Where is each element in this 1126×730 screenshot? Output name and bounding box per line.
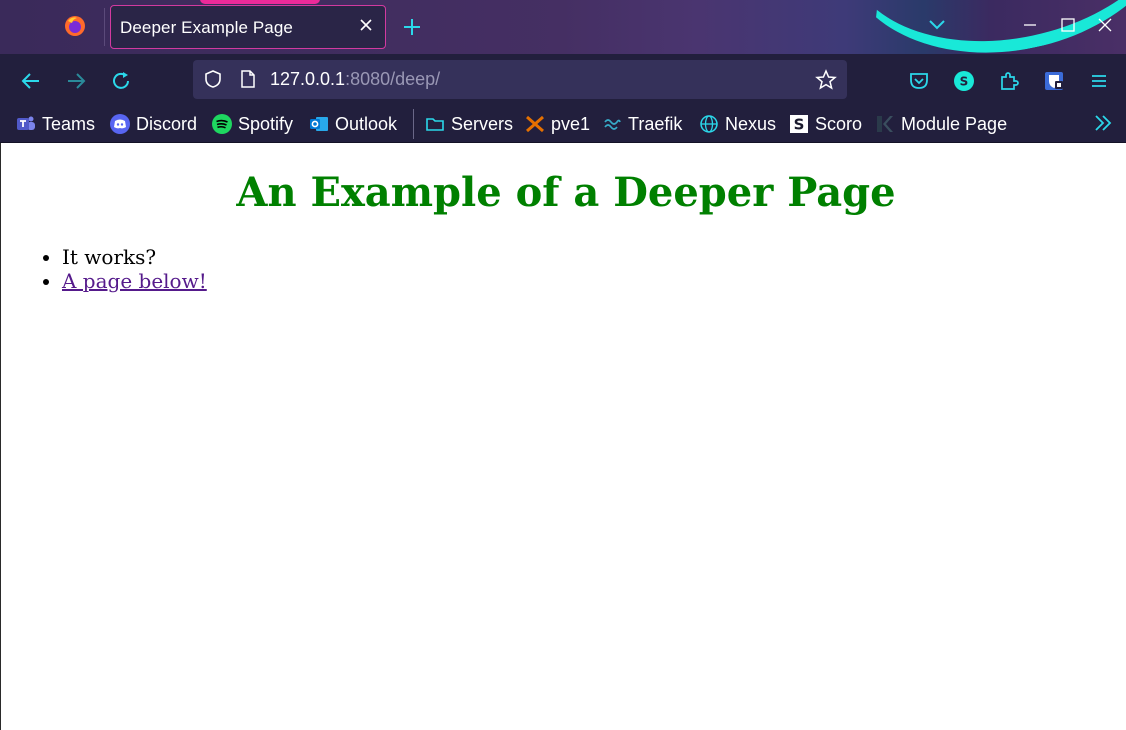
reload-icon[interactable] xyxy=(110,70,132,92)
extensions-puzzle-icon[interactable] xyxy=(998,70,1020,92)
spotify-icon xyxy=(212,114,232,134)
bookmark-pve1[interactable]: pve1 xyxy=(525,113,590,135)
url-host: 127.0.0.1 xyxy=(270,69,346,89)
page-below-link[interactable]: A page below! xyxy=(62,269,207,293)
close-window-icon[interactable] xyxy=(1097,17,1113,33)
password-manager-icon[interactable] xyxy=(1043,70,1065,92)
page-title: An Example of a Deeper Page xyxy=(236,169,896,216)
bookmark-label: Scoro xyxy=(815,113,863,134)
url-text[interactable]: 127.0.0.1:8080/deep/ xyxy=(270,69,440,90)
firefox-menu-icon[interactable] xyxy=(64,15,86,37)
bookmark-folder-servers[interactable]: Servers xyxy=(425,113,513,135)
page-list: It works? A page below! xyxy=(62,245,207,293)
traefik-icon xyxy=(604,119,621,130)
bookmark-label: Teams xyxy=(42,113,96,134)
bookmark-outlook[interactable]: Outlook xyxy=(309,113,397,135)
account-avatar-icon[interactable]: S xyxy=(953,70,975,92)
page-info-icon[interactable] xyxy=(239,69,257,89)
back-arrow-icon[interactable] xyxy=(20,70,42,92)
bookmark-scoro[interactable]: S Scoro xyxy=(789,113,862,135)
bookmarks-separator xyxy=(413,109,414,139)
bookmark-label: Nexus xyxy=(725,113,777,134)
navigation-toolbar: 127.0.0.1:8080/deep/ S xyxy=(0,54,1126,106)
bookmark-teams[interactable]: Teams xyxy=(16,113,95,135)
theme-decoration xyxy=(818,0,1126,54)
scoro-icon: S xyxy=(790,115,808,134)
bookmark-label: pve1 xyxy=(551,113,591,134)
globe-icon xyxy=(700,115,718,133)
bookmarks-toolbar: Teams Discord Spotify Outlook Servers pv… xyxy=(0,106,1126,143)
bookmark-nexus[interactable]: Nexus xyxy=(699,113,776,135)
discord-icon xyxy=(110,114,130,134)
list-item: A page below! xyxy=(62,269,207,293)
new-tab-icon[interactable] xyxy=(401,16,423,38)
bookmark-module-page[interactable]: Module Page xyxy=(875,113,1007,135)
bookmark-label: Servers xyxy=(451,113,514,134)
bookmark-label: Spotify xyxy=(238,113,294,134)
list-item-text: It works? xyxy=(62,245,157,269)
tab-title: Deeper Example Page xyxy=(120,18,293,37)
list-item: It works? xyxy=(62,245,207,269)
bookmark-spotify[interactable]: Spotify xyxy=(212,113,293,135)
url-path: :8080/deep/ xyxy=(345,69,441,89)
svg-text:S: S xyxy=(794,116,805,134)
bookmark-label: Traefik xyxy=(628,113,683,134)
bookmark-label: Outlook xyxy=(335,113,398,134)
star-bookmark-icon[interactable] xyxy=(815,69,837,91)
folder-icon xyxy=(426,118,444,131)
tab-separator xyxy=(104,8,105,46)
bookmark-label: Module Page xyxy=(901,113,1008,134)
minimize-icon[interactable] xyxy=(1022,17,1038,33)
chevron-double-right-icon[interactable] xyxy=(1093,113,1113,133)
forward-arrow-icon[interactable] xyxy=(65,70,87,92)
tab-strip-decoration xyxy=(200,0,320,4)
proxmox-icon xyxy=(526,115,544,133)
pocket-icon[interactable] xyxy=(908,70,930,92)
close-tab-icon[interactable] xyxy=(358,17,374,33)
svg-text:S: S xyxy=(960,75,969,89)
maximize-icon[interactable] xyxy=(1060,17,1076,33)
address-bar[interactable]: 127.0.0.1:8080/deep/ xyxy=(193,60,847,99)
page-viewport: An Example of a Deeper Page It works? A … xyxy=(0,143,1126,730)
teams-icon xyxy=(17,116,35,130)
chevron-down-icon[interactable] xyxy=(928,18,946,32)
tab-strip: Deeper Example Page xyxy=(0,0,1126,54)
module-icon xyxy=(877,116,893,132)
shield-icon[interactable] xyxy=(203,69,223,89)
bookmark-label: Discord xyxy=(136,113,198,134)
bookmark-discord[interactable]: Discord xyxy=(110,113,197,135)
hamburger-menu-icon[interactable] xyxy=(1088,70,1110,92)
outlook-icon xyxy=(310,117,328,131)
bookmark-traefik[interactable]: Traefik xyxy=(602,113,682,135)
tab-active[interactable]: Deeper Example Page xyxy=(110,5,386,49)
